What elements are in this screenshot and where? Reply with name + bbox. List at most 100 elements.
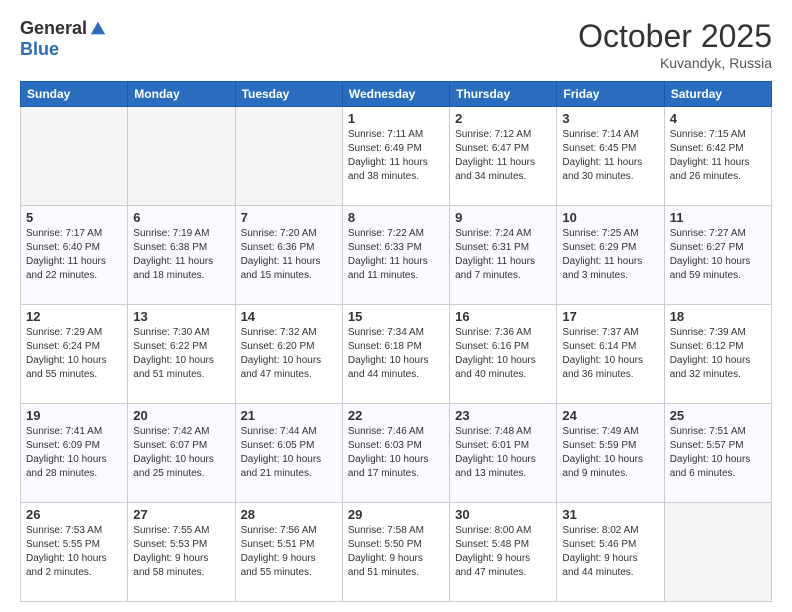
day-cell: 21 Sunrise: 7:44 AM Sunset: 6:05 PM Dayli… [235, 404, 342, 503]
day-cell: 16 Sunrise: 7:36 AM Sunset: 6:16 PM Dayli… [450, 305, 557, 404]
day-number: 18 [670, 309, 766, 324]
day-info: Sunrise: 7:46 AM Sunset: 6:03 PM Dayligh… [348, 426, 429, 479]
page: General Blue October 2025 Kuvandyk, Russ… [0, 0, 792, 612]
day-cell: 27 Sunrise: 7:55 AM Sunset: 5:53 PM Dayli… [128, 503, 235, 602]
calendar-header-wednesday: Wednesday [342, 82, 449, 107]
day-cell: 9Sunrise: 7:24 AM Sunset: 6:31 PM Daylig… [450, 206, 557, 305]
day-info: Sunrise: 7:29 AM Sunset: 6:24 PM Dayligh… [26, 327, 107, 380]
day-cell: 26 Sunrise: 7:53 AM Sunset: 5:55 PM Dayli… [21, 503, 128, 602]
day-number: 25 [670, 408, 766, 423]
day-info: Sunrise: 7:44 AM Sunset: 6:05 PM Dayligh… [241, 426, 322, 479]
day-info: Sunrise: 7:14 AM Sunset: 6:45 PM Dayligh… [562, 129, 642, 182]
day-info: Sunrise: 7:34 AM Sunset: 6:18 PM Dayligh… [348, 327, 429, 380]
day-info: Sunrise: 7:56 AM Sunset: 5:51 PM Dayligh… [241, 525, 317, 578]
day-info: Sunrise: 7:32 AM Sunset: 6:20 PM Dayligh… [241, 327, 322, 380]
day-number: 30 [455, 507, 551, 522]
day-number: 7 [241, 210, 337, 225]
calendar-header-friday: Friday [557, 82, 664, 107]
calendar-header-monday: Monday [128, 82, 235, 107]
calendar-header-thursday: Thursday [450, 82, 557, 107]
day-cell: 30 Sunrise: 8:00 AM Sunset: 5:48 PM Dayli… [450, 503, 557, 602]
title-block: October 2025 Kuvandyk, Russia [578, 18, 772, 71]
day-info: Sunrise: 7:24 AM Sunset: 6:31 PM Dayligh… [455, 228, 535, 281]
day-info: Sunrise: 7:53 AM Sunset: 5:55 PM Dayligh… [26, 525, 107, 578]
day-cell: 19 Sunrise: 7:41 AM Sunset: 6:09 PM Dayli… [21, 404, 128, 503]
day-cell: 12 Sunrise: 7:29 AM Sunset: 6:24 PM Dayli… [21, 305, 128, 404]
day-cell: 31Sunrise: 8:02 AM Sunset: 5:46 PM Dayli… [557, 503, 664, 602]
month-title: October 2025 [578, 18, 772, 55]
day-cell: 15 Sunrise: 7:34 AM Sunset: 6:18 PM Dayli… [342, 305, 449, 404]
day-number: 21 [241, 408, 337, 423]
day-number: 31 [562, 507, 658, 522]
week-row-5: 26 Sunrise: 7:53 AM Sunset: 5:55 PM Dayli… [21, 503, 772, 602]
calendar-header-saturday: Saturday [664, 82, 771, 107]
day-number: 22 [348, 408, 444, 423]
day-cell [128, 107, 235, 206]
day-number: 2 [455, 111, 551, 126]
day-cell: 18 Sunrise: 7:39 AM Sunset: 6:12 PM Dayli… [664, 305, 771, 404]
day-number: 5 [26, 210, 122, 225]
day-info: Sunrise: 7:42 AM Sunset: 6:07 PM Dayligh… [133, 426, 214, 479]
day-info: Sunrise: 7:12 AM Sunset: 6:47 PM Dayligh… [455, 129, 535, 182]
day-info: Sunrise: 7:19 AM Sunset: 6:38 PM Dayligh… [133, 228, 213, 281]
day-info: Sunrise: 7:48 AM Sunset: 6:01 PM Dayligh… [455, 426, 536, 479]
day-number: 29 [348, 507, 444, 522]
week-row-1: 1Sunrise: 7:11 AM Sunset: 6:49 PM Daylig… [21, 107, 772, 206]
day-number: 1 [348, 111, 444, 126]
day-cell: 28 Sunrise: 7:56 AM Sunset: 5:51 PM Dayli… [235, 503, 342, 602]
day-info: Sunrise: 7:37 AM Sunset: 6:14 PM Dayligh… [562, 327, 643, 380]
day-number: 28 [241, 507, 337, 522]
day-cell: 8 Sunrise: 7:22 AM Sunset: 6:33 PM Daylig… [342, 206, 449, 305]
day-cell: 3 Sunrise: 7:14 AM Sunset: 6:45 PM Daylig… [557, 107, 664, 206]
day-number: 10 [562, 210, 658, 225]
day-info: Sunrise: 7:25 AM Sunset: 6:29 PM Dayligh… [562, 228, 642, 281]
calendar-header-tuesday: Tuesday [235, 82, 342, 107]
day-number: 4 [670, 111, 766, 126]
day-number: 3 [562, 111, 658, 126]
day-cell: 11 Sunrise: 7:27 AM Sunset: 6:27 PM Dayli… [664, 206, 771, 305]
day-cell: 2 Sunrise: 7:12 AM Sunset: 6:47 PM Daylig… [450, 107, 557, 206]
day-number: 15 [348, 309, 444, 324]
day-number: 8 [348, 210, 444, 225]
day-info: Sunrise: 7:41 AM Sunset: 6:09 PM Dayligh… [26, 426, 107, 479]
day-cell: 23 Sunrise: 7:48 AM Sunset: 6:01 PM Dayli… [450, 404, 557, 503]
day-number: 12 [26, 309, 122, 324]
day-number: 23 [455, 408, 551, 423]
day-info: Sunrise: 7:15 AM Sunset: 6:42 PM Dayligh… [670, 129, 750, 182]
day-number: 27 [133, 507, 229, 522]
day-number: 17 [562, 309, 658, 324]
day-number: 16 [455, 309, 551, 324]
day-info: Sunrise: 8:00 AM Sunset: 5:48 PM Dayligh… [455, 525, 531, 578]
day-number: 20 [133, 408, 229, 423]
day-info: Sunrise: 7:51 AM Sunset: 5:57 PM Dayligh… [670, 426, 751, 479]
day-cell: 20 Sunrise: 7:42 AM Sunset: 6:07 PM Dayli… [128, 404, 235, 503]
day-number: 26 [26, 507, 122, 522]
day-cell: 24Sunrise: 7:49 AM Sunset: 5:59 PM Dayli… [557, 404, 664, 503]
day-cell [664, 503, 771, 602]
day-info: Sunrise: 7:58 AM Sunset: 5:50 PM Dayligh… [348, 525, 424, 578]
day-cell: 1Sunrise: 7:11 AM Sunset: 6:49 PM Daylig… [342, 107, 449, 206]
day-info: Sunrise: 7:36 AM Sunset: 6:16 PM Dayligh… [455, 327, 536, 380]
day-cell: 10 Sunrise: 7:25 AM Sunset: 6:29 PM Dayli… [557, 206, 664, 305]
day-info: Sunrise: 7:55 AM Sunset: 5:53 PM Dayligh… [133, 525, 209, 578]
day-cell: 6 Sunrise: 7:19 AM Sunset: 6:38 PM Daylig… [128, 206, 235, 305]
day-number: 11 [670, 210, 766, 225]
day-cell: 22 Sunrise: 7:46 AM Sunset: 6:03 PM Dayli… [342, 404, 449, 503]
day-cell: 29 Sunrise: 7:58 AM Sunset: 5:50 PM Dayli… [342, 503, 449, 602]
day-number: 13 [133, 309, 229, 324]
location: Kuvandyk, Russia [578, 55, 772, 71]
day-number: 6 [133, 210, 229, 225]
day-number: 19 [26, 408, 122, 423]
day-cell [235, 107, 342, 206]
day-info: Sunrise: 7:27 AM Sunset: 6:27 PM Dayligh… [670, 228, 751, 281]
day-cell: 14Sunrise: 7:32 AM Sunset: 6:20 PM Dayli… [235, 305, 342, 404]
day-cell: 25 Sunrise: 7:51 AM Sunset: 5:57 PM Dayli… [664, 404, 771, 503]
day-number: 24 [562, 408, 658, 423]
day-info: Sunrise: 7:22 AM Sunset: 6:33 PM Dayligh… [348, 228, 428, 281]
week-row-4: 19 Sunrise: 7:41 AM Sunset: 6:09 PM Dayli… [21, 404, 772, 503]
day-cell: 5 Sunrise: 7:17 AM Sunset: 6:40 PM Daylig… [21, 206, 128, 305]
day-info: Sunrise: 7:39 AM Sunset: 6:12 PM Dayligh… [670, 327, 751, 380]
week-row-3: 12 Sunrise: 7:29 AM Sunset: 6:24 PM Dayli… [21, 305, 772, 404]
day-info: Sunrise: 7:17 AM Sunset: 6:40 PM Dayligh… [26, 228, 106, 281]
calendar-header-sunday: Sunday [21, 82, 128, 107]
